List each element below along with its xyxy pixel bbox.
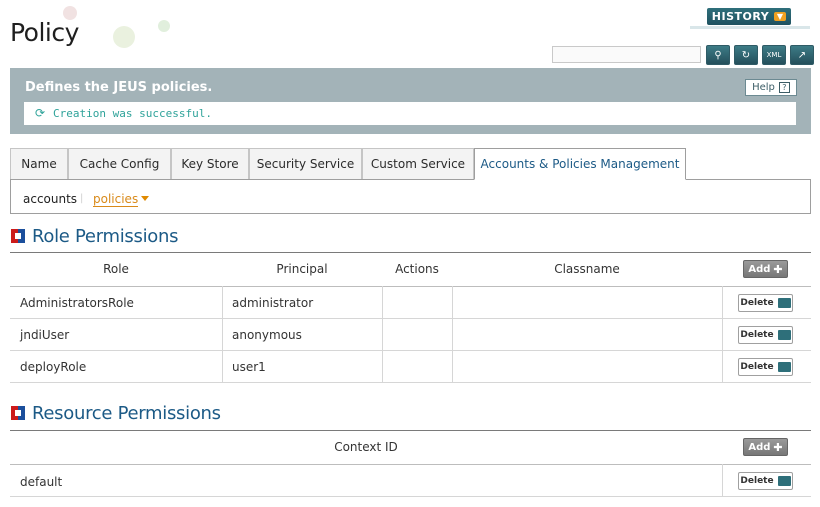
col-header-actions: Actions: [395, 262, 439, 276]
col-header-classname: Classname: [554, 262, 620, 276]
col-header-principal: Principal: [276, 262, 328, 276]
tab-custom-service[interactable]: Custom Service: [362, 148, 474, 179]
role-permissions-title: Role Permissions: [32, 226, 179, 247]
section-icon: [11, 229, 25, 243]
decor-circle: [158, 20, 170, 32]
success-icon: ⟳: [35, 106, 46, 120]
search-icon: ⚲: [714, 49, 722, 61]
history-button[interactable]: HISTORY ▼: [707, 8, 791, 25]
success-message: Creation was successful.: [53, 107, 212, 120]
xml-button[interactable]: XML: [762, 45, 786, 65]
col-divider: [382, 286, 383, 382]
row-divider: [10, 318, 811, 319]
col-header-role: Role: [103, 262, 129, 276]
cell-role: deployRole: [20, 360, 87, 374]
delete-button[interactable]: Delete: [738, 326, 793, 344]
table-top-border: [10, 252, 811, 253]
cell-role: AdministratorsRole: [20, 296, 134, 310]
help-label: Help: [752, 82, 775, 93]
search-input[interactable]: [552, 46, 701, 63]
tab-key-store[interactable]: Key Store: [171, 148, 249, 179]
delete-label: Delete: [740, 330, 774, 340]
row-divider: [10, 496, 811, 497]
refresh-button[interactable]: ↻: [734, 45, 758, 65]
delete-label: Delete: [740, 476, 774, 486]
row-divider: [10, 464, 811, 465]
col-header-context-id: Context ID: [334, 440, 398, 454]
page-description: Defines the JEUS policies.: [25, 80, 213, 95]
add-resource-permission-button[interactable]: Add ✚: [743, 438, 788, 456]
export-button[interactable]: ↗: [790, 45, 814, 65]
add-label: Add: [748, 263, 771, 275]
table-top-border: [10, 430, 811, 431]
delete-icon: [777, 298, 791, 308]
subtab-policies[interactable]: policies: [93, 192, 139, 207]
add-label: Add: [748, 441, 771, 453]
question-icon: ?: [778, 82, 790, 93]
row-divider: [10, 350, 811, 351]
delete-icon: [777, 362, 791, 372]
decor-circle: [113, 26, 135, 48]
tab-security-service[interactable]: Security Service: [249, 148, 362, 179]
tab-name[interactable]: Name: [10, 148, 68, 179]
cell-principal: user1: [232, 360, 266, 374]
add-role-permission-button[interactable]: Add ✚: [743, 260, 788, 278]
delete-label: Delete: [740, 362, 774, 372]
page-title: Policy: [10, 18, 79, 47]
row-divider: [10, 286, 811, 287]
dropdown-arrow-icon[interactable]: [141, 196, 149, 201]
col-divider: [222, 286, 223, 382]
delete-button[interactable]: Delete: [738, 294, 793, 312]
tab-cache-config[interactable]: Cache Config: [68, 148, 171, 179]
plus-icon: ✚: [773, 262, 783, 276]
delete-icon: [777, 330, 791, 340]
subtab-separator: |: [80, 193, 84, 204]
plus-icon: ✚: [773, 440, 783, 454]
help-button[interactable]: Help ?: [745, 79, 797, 96]
tab-accounts-policies[interactable]: Accounts & Policies Management: [474, 148, 686, 180]
delete-button[interactable]: Delete: [738, 472, 793, 490]
resource-permissions-title: Resource Permissions: [32, 403, 221, 424]
col-divider: [452, 286, 453, 382]
cell-principal: anonymous: [232, 328, 302, 342]
row-divider: [10, 382, 811, 383]
search-button[interactable]: ⚲: [706, 45, 730, 65]
section-icon: [11, 406, 25, 420]
col-divider: [722, 464, 723, 496]
cell-role: jndiUser: [20, 328, 70, 342]
subtab-accounts[interactable]: accounts: [23, 192, 77, 206]
refresh-icon: ↻: [741, 49, 751, 61]
cell-context-id: default: [20, 475, 63, 489]
cell-principal: administrator: [232, 296, 314, 310]
delete-label: Delete: [740, 298, 774, 308]
export-icon: ↗: [797, 49, 807, 61]
xml-icon: XML: [766, 51, 782, 59]
chevron-down-icon: ▼: [774, 12, 787, 21]
col-divider: [722, 286, 723, 382]
history-underline: [690, 26, 810, 29]
history-label: HISTORY: [711, 10, 770, 23]
delete-icon: [777, 476, 791, 486]
delete-button[interactable]: Delete: [738, 358, 793, 376]
